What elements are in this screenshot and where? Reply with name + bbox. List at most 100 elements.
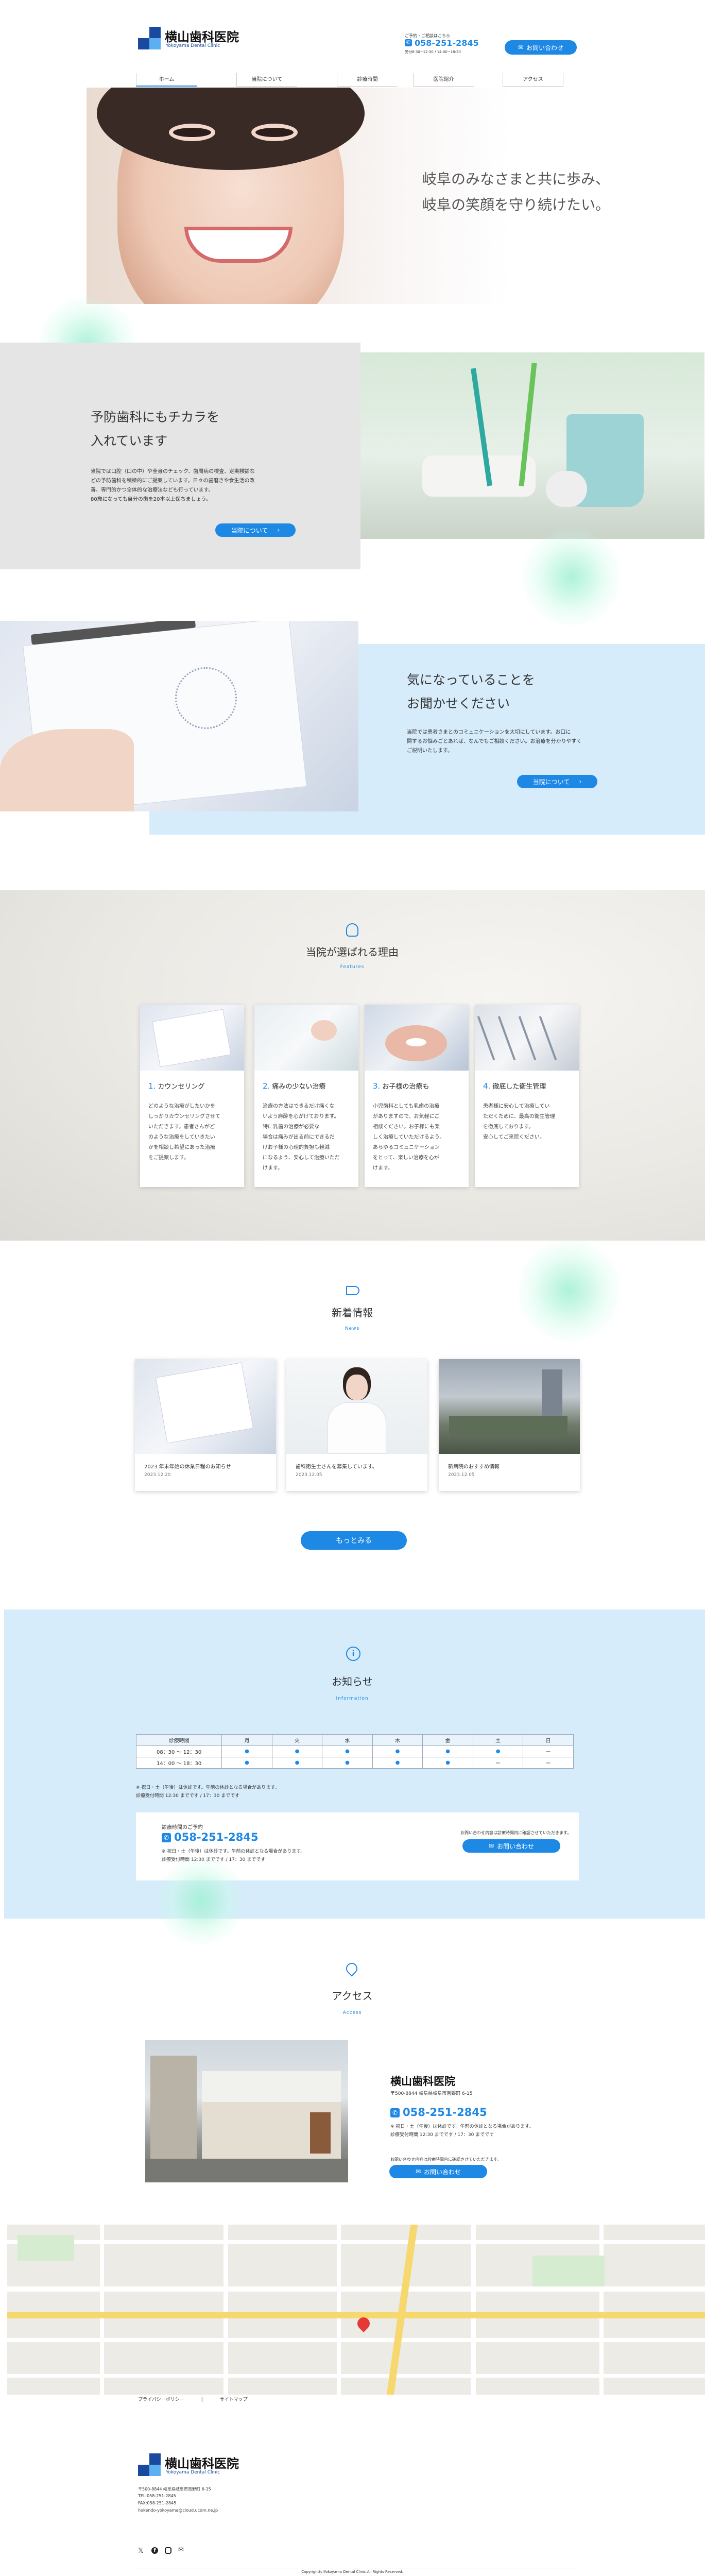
hours-mark: ー xyxy=(472,1757,524,1769)
footer-separator: | xyxy=(201,2397,203,2402)
hero-line-2: 岐阜の笑顔を守り続けたい。 xyxy=(422,196,610,213)
nav-access[interactable]: アクセス xyxy=(503,73,563,87)
footer-logo-sub: Yokoyama Dental Clinic xyxy=(166,2470,220,2475)
access-phone[interactable]: 058-251-2845 xyxy=(403,2106,487,2119)
access-note-1: ※ 祝日・土（午後）は休診です。午前の休診となる場合があります。 xyxy=(390,2124,534,2129)
megaphone-icon xyxy=(346,1286,359,1295)
news-item-title[interactable]: 2023 年末年始の休業日程のお知らせ xyxy=(144,1462,231,1470)
x-icon[interactable]: 𝕏 xyxy=(138,2547,143,2555)
reason-text: 患者様に安心して治療してい ただくために、最高の衛生管理 を徹底しております。 安心し… xyxy=(483,1104,555,1140)
footer-address: 〒500-8844 岐阜県岐阜市吉野町 6-15 xyxy=(138,2487,211,2492)
nav-hours[interactable]: 診療時間 xyxy=(337,73,398,87)
hours-mark: ー xyxy=(523,1745,574,1757)
news-item[interactable]: 歯科衛生士さんを募集しています。 2023.12.05 xyxy=(286,1359,427,1491)
news-item-title[interactable]: 歯科衛生士さんを募集しています。 xyxy=(296,1462,377,1470)
privacy-policy-link[interactable]: プライバシーポリシー xyxy=(138,2397,184,2402)
contact-note: お問い合わせ内容は診療時間内に確認させていただきます。 xyxy=(460,1831,572,1835)
access-form-note: お問い合わせ内容は診療時間内に確認させていただきます。 xyxy=(390,2157,502,2162)
news-title: 新着情報 xyxy=(332,1307,373,1319)
hours-header-cell: 日 xyxy=(523,1734,574,1746)
reason-image xyxy=(140,1005,244,1071)
clinic-building-image xyxy=(145,2040,348,2182)
hours-header-cell: 診療時間 xyxy=(135,1734,222,1746)
logo-sub: Yokoyama Dental Clinic xyxy=(166,43,220,48)
news-item-date: 2023.12.20 xyxy=(144,1472,171,1478)
reservation-phone[interactable]: 058-251-2845 xyxy=(174,1831,259,1843)
hours-mark: ● xyxy=(372,1757,423,1769)
news-more-button[interactable]: もっとみる xyxy=(301,1531,407,1550)
nav-about[interactable]: 当院について xyxy=(236,73,297,87)
consult-body-3: ご説明いたします。 xyxy=(407,748,453,754)
reservation-contact-button[interactable]: ✉ お問い合わせ xyxy=(462,1839,560,1853)
consult-about-button[interactable]: 当院について › xyxy=(517,775,597,788)
hours-time-cell: 14：00 ～ 18：30 xyxy=(135,1757,222,1769)
news-item-title[interactable]: 新病院のおすすめ情報 xyxy=(448,1462,500,1470)
reason-image xyxy=(365,1005,469,1071)
reservation-note-1: ※ 祝日・土（午後）は休診です。午前の休診となる場合があります。 xyxy=(162,1849,305,1854)
nav-introduction[interactable]: 医院紹介 xyxy=(413,73,474,87)
prevention-body-1: 当院では口腔（口の中）や全身のチェック、歯周病の検査、定期検診な xyxy=(91,469,255,474)
hours-mark: ● xyxy=(372,1745,423,1757)
logo-mark[interactable] xyxy=(138,27,161,49)
hours-mark: ● xyxy=(322,1745,373,1757)
decor-glow xyxy=(520,526,623,629)
clipboard-image xyxy=(0,621,358,811)
footer-fax: FAX:058-251-2845 xyxy=(138,2501,177,2505)
access-contact-button[interactable]: ✉ お問い合わせ xyxy=(389,2165,487,2178)
hours-row: 14：00 ～ 18：30 ● ● ● ● ● ー ー xyxy=(135,1757,574,1769)
reason-card: 2. 痛みの少ない治療 治療の方法はできるだけ痛くな いよう麻酔を心がけております。… xyxy=(254,1005,358,1187)
header-phone[interactable]: 058-251-2845 xyxy=(415,38,479,48)
prevention-bg xyxy=(0,343,360,569)
hours-mark: ● xyxy=(322,1757,373,1769)
prevention-about-button[interactable]: 当院について › xyxy=(215,523,296,537)
decor-glow xyxy=(154,1855,247,1947)
hours-header-cell: 水 xyxy=(322,1734,373,1746)
toothbrush-image xyxy=(360,352,704,539)
nav-home[interactable]: ホーム xyxy=(136,73,197,87)
news-item[interactable]: 新病院のおすすめ情報 2023.12.05 xyxy=(439,1359,580,1491)
hours-header-cell: 火 xyxy=(271,1734,323,1746)
hours-mark: ● xyxy=(221,1745,272,1757)
hours-time-cell: 08：30 ～ 12：30 xyxy=(135,1745,222,1757)
facebook-icon[interactable]: f xyxy=(151,2547,158,2554)
logo-mark[interactable] xyxy=(138,2453,161,2476)
news-item[interactable]: 2023 年末年始の休業日程のお知らせ 2023.12.20 xyxy=(135,1359,276,1491)
logo-name[interactable]: 横山歯科医院 xyxy=(165,27,239,45)
phone-icon: ✆ xyxy=(405,39,412,46)
footer-email[interactable]: hokendo-yokoyama@cloud.ucom.ne.jp xyxy=(138,2508,218,2513)
consult-title-2: お聞かせください xyxy=(407,696,510,711)
hours-mark: ● xyxy=(271,1745,323,1757)
mail-icon: ✉ xyxy=(415,2168,421,2175)
reservation-label: 診療時間のご予約 xyxy=(162,1825,203,1831)
news-image xyxy=(135,1359,276,1454)
office-hours-table: 診療時間 月 火 水 木 金 土 日 08：30 ～ 12：30 ● ● ● ●… xyxy=(135,1734,574,1769)
prevention-body-4: 80歳になっても自分の歯を20本以上保ちましょう。 xyxy=(91,497,211,502)
access-subtitle: Access xyxy=(342,2010,362,2015)
access-note-2: 診療受付時間 12:30 までです / 17：30 までです xyxy=(390,2132,494,2138)
news-image xyxy=(286,1359,427,1454)
reason-image xyxy=(254,1005,358,1071)
access-clinic-name: 横山歯科医院 xyxy=(390,2075,455,2088)
reason-card: 1. カウンセリング どのような治療がしたいかを しっかりカウンセリングさせて いただ… xyxy=(140,1005,244,1187)
hours-mark: ー xyxy=(523,1757,574,1769)
reasons-title: 当院が選ばれる理由 xyxy=(306,946,399,958)
access-map[interactable] xyxy=(7,2225,705,2395)
phone-icon: ✆ xyxy=(390,2108,400,2117)
reason-title: 4. 徹底した衛生管理 xyxy=(483,1081,546,1091)
reason-title: 3. お子様の治療も xyxy=(373,1081,429,1091)
hero-line-1: 岐阜のみなさまと共に歩み、 xyxy=(422,171,610,188)
footer-logo-name: 横山歯科医院 xyxy=(165,2456,239,2471)
reason-title: 1. カウンセリング xyxy=(148,1081,205,1091)
mail-icon[interactable]: ✉ xyxy=(178,2546,184,2554)
mail-icon: ✉ xyxy=(488,1842,494,1850)
info-note-1: ※ 祝日・土（午後）は休診です。午前の休診となる場合があります。 xyxy=(136,1785,280,1790)
prevention-title-2: 入れています xyxy=(91,433,168,448)
news-image xyxy=(439,1359,580,1454)
info-subtitle: Information xyxy=(336,1696,369,1701)
instagram-icon[interactable] xyxy=(165,2547,171,2554)
footer-links: プライバシーポリシー | サイトマップ xyxy=(138,2396,248,2402)
phone-icon: ✆ xyxy=(162,1833,171,1842)
sitemap-link[interactable]: サイトマップ xyxy=(220,2397,248,2402)
header-contact-button[interactable]: ✉ お問い合わせ xyxy=(505,40,577,55)
hours-header-cell: 木 xyxy=(372,1734,423,1746)
